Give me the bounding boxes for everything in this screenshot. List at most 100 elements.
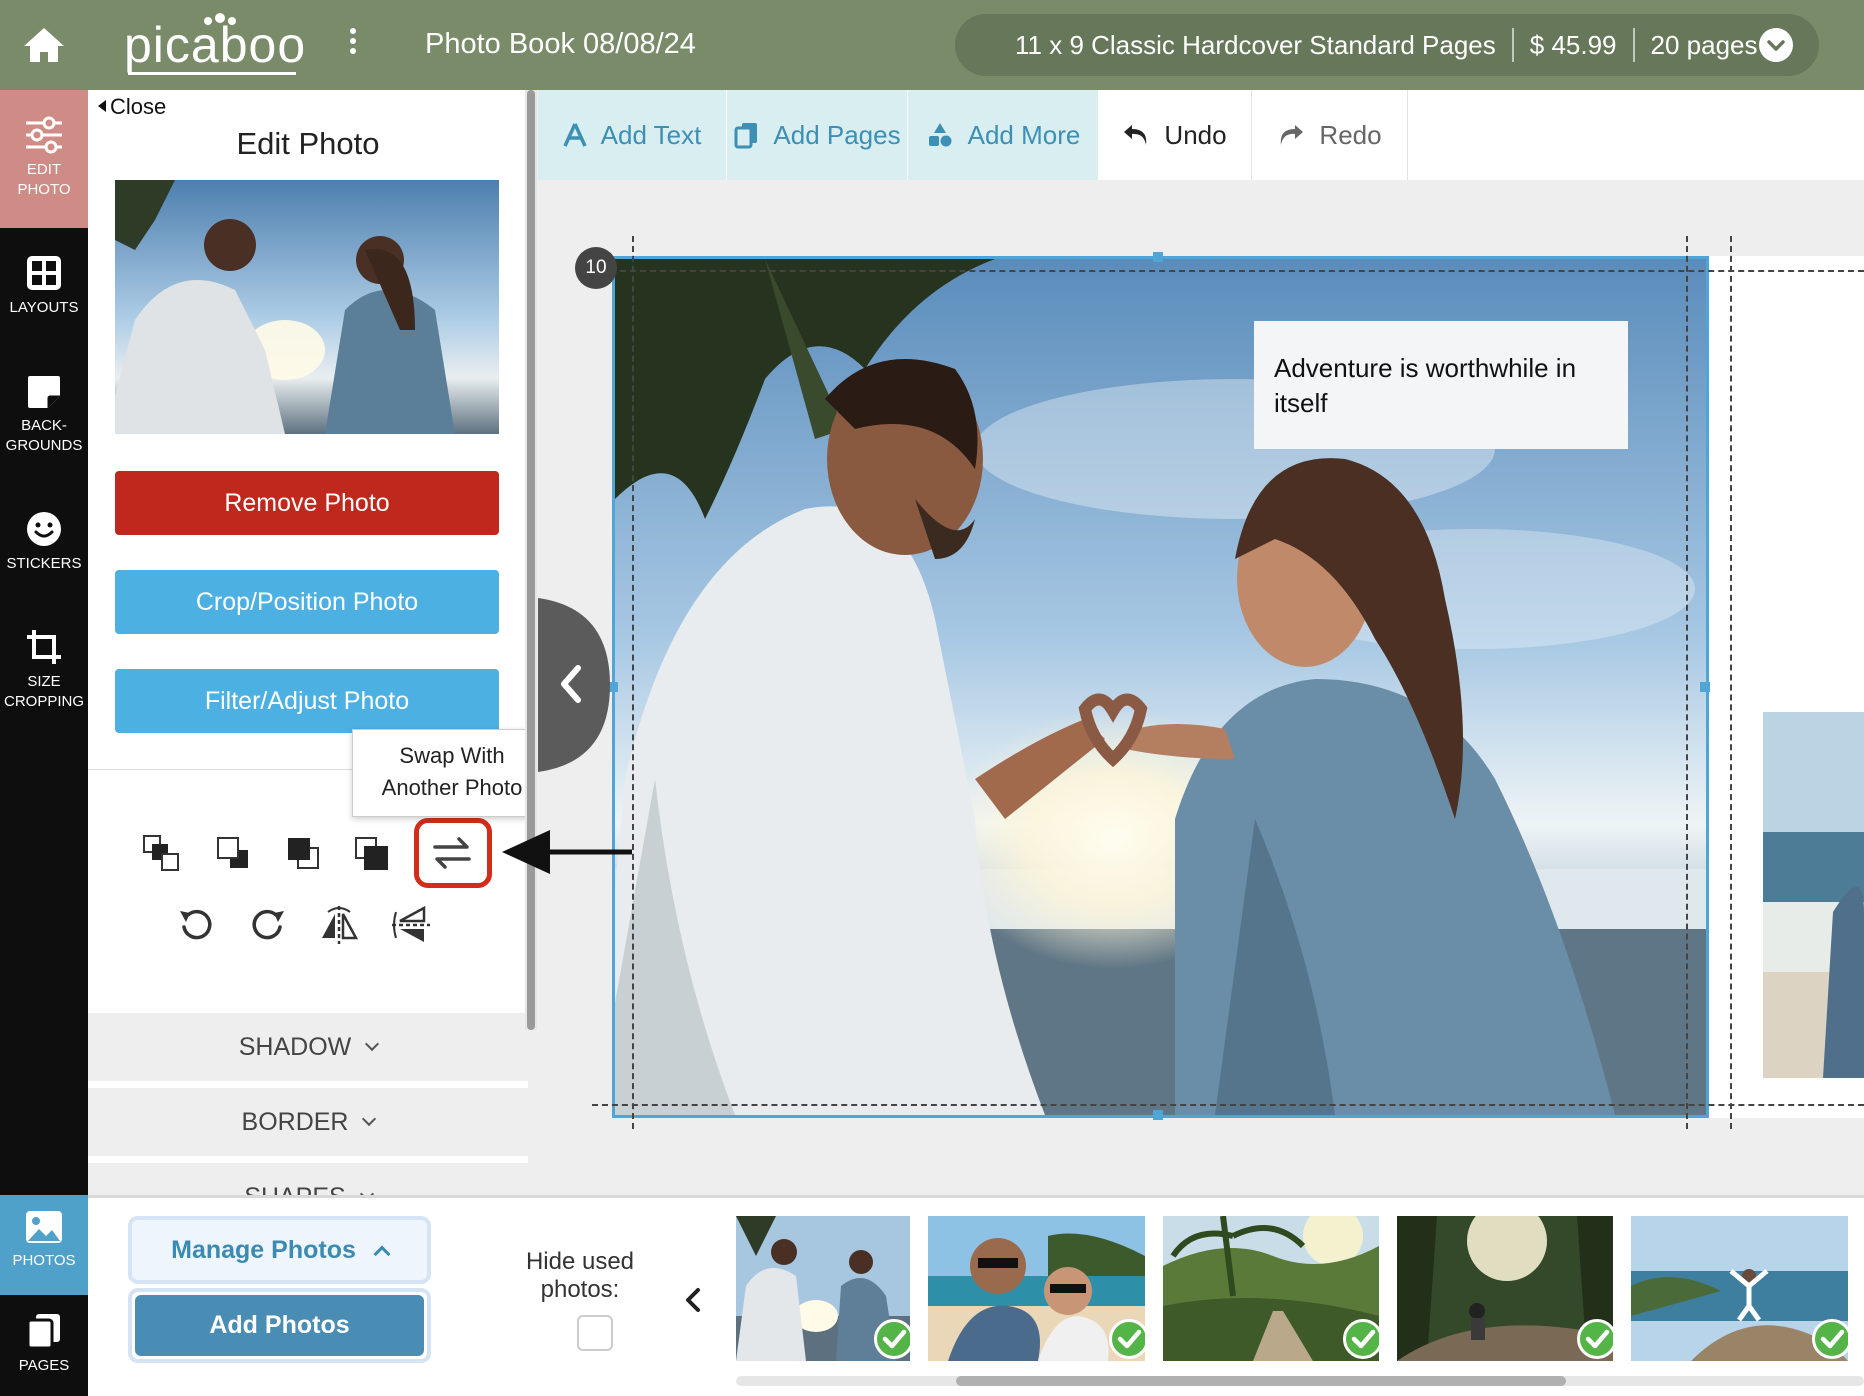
panel-scrollbar[interactable] [525, 90, 537, 1030]
smiley-icon [27, 512, 61, 546]
photo-caption-text-box[interactable]: Adventure is worthwhile in itself [1254, 321, 1628, 449]
manage-photos-button[interactable]: Manage Photos [128, 1216, 431, 1284]
page-count: 20 pages [1650, 29, 1758, 60]
swap-highlight-ring [414, 818, 492, 888]
sidebar-label: PAGES [18, 1357, 70, 1374]
flip-horizontal-icon[interactable] [316, 902, 362, 948]
product-price: $ 45.99 [1529, 29, 1617, 60]
collapse-panel-tab[interactable] [538, 598, 610, 772]
resize-handle[interactable] [1153, 1110, 1163, 1120]
sidebar-item-stickers[interactable]: STICKERS [0, 510, 88, 620]
send-backward-icon[interactable] [210, 830, 256, 876]
text-icon [563, 123, 587, 147]
photo-tray: Manage Photos Add Photos Hide used photo… [88, 1195, 1864, 1396]
pages-icon [734, 123, 758, 149]
safe-area-guide [592, 1104, 1864, 1106]
product-summary[interactable]: 11 x 9 Classic Hardcover Standard Pages … [955, 14, 1819, 76]
shapes-label: SHAPES [244, 1183, 345, 1196]
divider [1632, 28, 1635, 62]
close-panel-link[interactable]: Close [98, 94, 166, 120]
used-check-icon [1812, 1319, 1848, 1359]
add-more-button[interactable]: Add More [908, 90, 1098, 180]
panel-title: Edit Photo [236, 126, 380, 161]
tool-sidebar: EDIT PHOTO LAYOUTS BACK- GROUNDS STICKER… [0, 90, 100, 1396]
add-text-button[interactable]: Add Text [538, 90, 726, 180]
tray-photo-couple-selfie-beach[interactable] [928, 1216, 1145, 1361]
divider [1511, 28, 1514, 62]
layouts-icon [27, 256, 61, 290]
sidebar-label: BACK- [21, 417, 67, 434]
safe-area-guide [1730, 236, 1732, 1129]
tray-scrollbar[interactable] [736, 1376, 1864, 1386]
add-text-label: Add Text [600, 119, 702, 150]
add-pages-button[interactable]: Add Pages [727, 90, 907, 180]
edit-photo-panel: Close Edit Photo Remove Photo Crop/Posit… [88, 90, 528, 1195]
resize-handle[interactable] [1700, 682, 1710, 692]
sidebar-item-photos[interactable]: PHOTOS [0, 1195, 100, 1295]
used-check-icon [1109, 1319, 1145, 1359]
sidebar-label: SIZE [27, 673, 61, 690]
shadow-section[interactable]: SHADOW [88, 1013, 528, 1085]
logo-text: picaboo [124, 17, 307, 73]
chevron-down-icon[interactable] [1759, 28, 1793, 62]
add-photos-button[interactable]: Add Photos [135, 1295, 424, 1356]
remove-photo-button[interactable]: Remove Photo [115, 471, 499, 535]
crop-position-photo-button[interactable]: Crop/Position Photo [115, 570, 499, 634]
safe-area-guide [1686, 236, 1688, 1129]
tray-photo-mountain-coast-jump[interactable] [1631, 1216, 1848, 1361]
sidebar-item-pages[interactable]: PAGES [0, 1312, 88, 1396]
pages-icon [26, 1314, 60, 1350]
chevron-down-icon [362, 1111, 377, 1127]
bring-to-front-icon[interactable] [280, 830, 326, 876]
resize-handle[interactable] [1153, 252, 1163, 262]
tray-photo-couple-heart-hands[interactable] [736, 1216, 910, 1361]
sidebar-item-size-cropping[interactable]: SIZE CROPPING [0, 628, 88, 758]
sidebar-item-backgrounds[interactable]: BACK- GROUNDS [0, 374, 88, 504]
home-icon[interactable] [22, 26, 66, 64]
crop-icon [27, 630, 61, 664]
undo-button[interactable]: Undo [1098, 90, 1252, 180]
sidebar-label: LAYOUTS [9, 299, 79, 316]
facing-page-photo[interactable] [1763, 712, 1864, 1078]
more-options-icon[interactable] [346, 28, 360, 62]
tray-photo-palm-jungle-road[interactable] [1163, 1216, 1379, 1361]
sidebar-item-edit-photo[interactable]: EDIT PHOTO [0, 90, 100, 228]
used-check-icon [1343, 1319, 1379, 1359]
hide-used-line: Hide used [525, 1248, 635, 1275]
undo-icon [1124, 125, 1147, 145]
chevron-down-icon [359, 1186, 374, 1195]
chevron-left-icon[interactable] [678, 1280, 708, 1320]
filter-adjust-photo-button[interactable]: Filter/Adjust Photo [115, 669, 499, 733]
sidebar-item-layouts[interactable]: LAYOUTS [0, 254, 88, 354]
chevron-up-icon [373, 1245, 391, 1263]
shapes-section[interactable]: SHAPES [88, 1163, 528, 1195]
close-label: Close [110, 94, 167, 119]
safe-area-guide [632, 236, 634, 1129]
flip-vertical-icon[interactable] [388, 902, 434, 948]
add-photos-wrapper: Add Photos [128, 1288, 431, 1363]
picaboo-logo[interactable]: picaboo [124, 12, 305, 78]
tray-photo-forest-sunburst-hiker[interactable] [1397, 1216, 1613, 1361]
border-section[interactable]: BORDER [88, 1088, 528, 1160]
rotate-right-icon[interactable] [245, 902, 291, 948]
document-title[interactable]: Photo Book 08/08/24 [425, 28, 696, 61]
chevron-down-icon [365, 1036, 380, 1052]
send-to-back-icon[interactable] [348, 830, 394, 876]
used-check-icon [1577, 1319, 1613, 1359]
rotate-left-icon[interactable] [173, 902, 219, 948]
bring-forward-icon[interactable] [138, 830, 184, 876]
manage-photos-label: Manage Photos [171, 1235, 356, 1264]
editor-toolbar: Add Text Add Pages Add More Undo Redo [538, 90, 1864, 180]
redo-icon [1281, 125, 1304, 145]
border-label: BORDER [241, 1107, 349, 1136]
used-check-icon [874, 1319, 910, 1359]
product-name: 11 x 9 Classic Hardcover Standard Pages [1015, 29, 1496, 60]
sidebar-label: EDIT [26, 161, 62, 178]
tooltip-line: Swap With [399, 743, 505, 768]
sliders-icon [26, 116, 62, 154]
caret-left-icon [98, 100, 106, 112]
hide-used-checkbox[interactable] [577, 1315, 613, 1351]
sidebar-label: GROUNDS [5, 437, 83, 454]
redo-button[interactable]: Redo [1252, 90, 1408, 180]
sidebar-label: PHOTO [17, 181, 71, 198]
